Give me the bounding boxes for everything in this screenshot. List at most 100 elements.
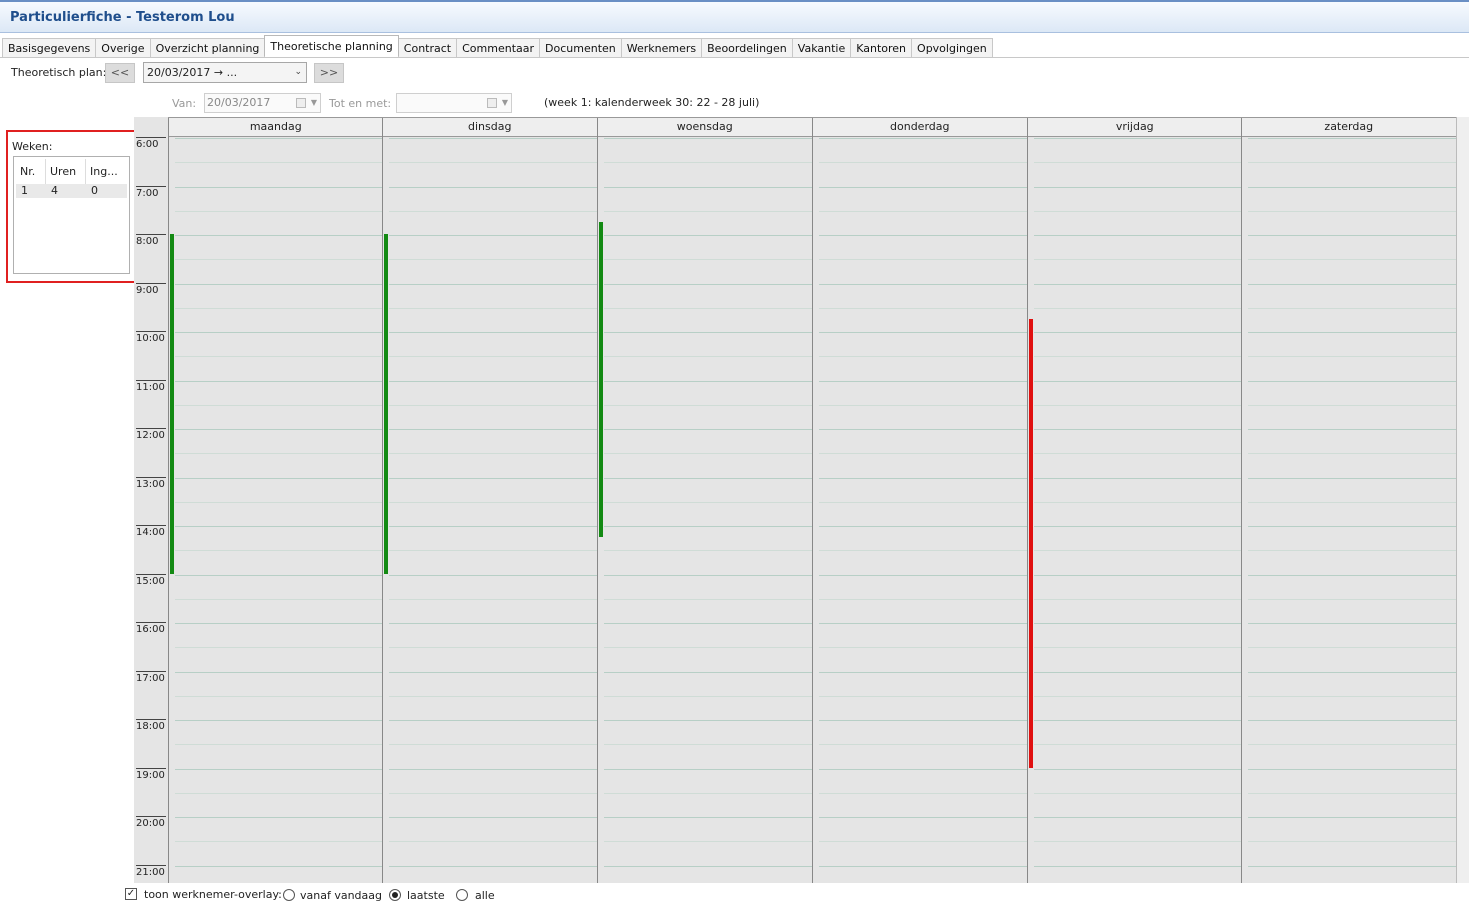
tab-overige[interactable]: Overige <box>95 38 151 58</box>
grid-line <box>604 162 812 164</box>
grid-line <box>1034 768 1242 770</box>
grid-line <box>819 792 1027 794</box>
grid-line <box>819 720 1027 721</box>
tab-contract[interactable]: Contract <box>397 38 458 58</box>
grid-line <box>1034 792 1242 794</box>
to-date-field[interactable]: ▼ <box>396 93 512 113</box>
grid-line <box>1248 647 1456 649</box>
grid-line <box>175 550 383 552</box>
tab-werknemers[interactable]: Werknemers <box>620 38 703 58</box>
hour-tick <box>136 185 166 187</box>
column-header-nr[interactable]: Nr. <box>16 159 46 184</box>
tab-basisgegevens[interactable]: Basisgegevens <box>2 38 97 58</box>
grid-line <box>1034 574 1242 576</box>
hour-tick <box>136 622 166 623</box>
grid-line <box>1034 138 1242 139</box>
hour-label: 6:00 <box>136 139 159 150</box>
tab-theoretische-planning[interactable]: Theoretische planning <box>264 35 399 56</box>
grid-line <box>604 259 812 261</box>
tab-beoordelingen[interactable]: Beoordelingen <box>701 38 793 58</box>
weeks-table-header: Nr. Uren Ing... <box>16 159 127 184</box>
grid-line <box>1248 865 1456 867</box>
grid-line <box>175 526 383 527</box>
grid-line <box>819 332 1027 333</box>
day-column-woensdag[interactable] <box>597 137 812 883</box>
column-header-uren[interactable]: Uren <box>46 159 86 184</box>
tab-overzicht-planning[interactable]: Overzicht planning <box>149 38 266 58</box>
grid-line <box>175 501 383 503</box>
grid-line <box>819 259 1027 261</box>
tab-documenten[interactable]: Documenten <box>539 38 622 58</box>
grid-line <box>819 695 1027 697</box>
appointment-bar-vrijdag[interactable] <box>1029 318 1033 768</box>
grid-line <box>1034 477 1242 479</box>
tab-vakantie[interactable]: Vakantie <box>791 38 852 58</box>
day-column-zaterdag[interactable] <box>1241 137 1456 883</box>
vertical-scrollbar[interactable] <box>1456 117 1469 883</box>
grid-line <box>1248 792 1456 794</box>
grid-line <box>389 695 597 697</box>
grid-line <box>175 841 383 843</box>
appointment-bar-dinsdag[interactable] <box>384 234 388 574</box>
hour-label: 21:00 <box>136 866 165 878</box>
grid-line <box>1248 671 1456 673</box>
from-date-field[interactable]: 20/03/2017 ▼ <box>204 93 321 113</box>
appointment-bar-woensdag[interactable] <box>599 221 603 538</box>
hour-tick <box>136 816 166 817</box>
grid-line <box>819 768 1027 770</box>
grid-line <box>1034 210 1242 212</box>
prev-plan-button[interactable]: << <box>105 63 135 83</box>
next-plan-button[interactable]: >> <box>314 63 344 83</box>
hour-label: 10:00 <box>136 333 165 344</box>
grid-line <box>819 380 1027 382</box>
hour-slot: 6:00 <box>134 137 168 186</box>
radio-vanaf-vandaag[interactable] <box>283 889 295 901</box>
grid-line <box>819 817 1027 818</box>
grid-line <box>604 138 812 139</box>
day-column-maandag[interactable] <box>168 137 383 883</box>
plan-select[interactable]: 20/03/2017 → ... ⌄ <box>143 62 307 83</box>
tab-kantoren[interactable]: Kantoren <box>850 38 913 58</box>
grid-line <box>604 283 812 285</box>
day-column-dinsdag[interactable] <box>382 137 597 883</box>
hour-label: 15:00 <box>136 575 165 587</box>
grid-line <box>175 162 383 164</box>
column-header-ing[interactable]: Ing... <box>86 159 127 184</box>
day-column-vrijdag[interactable] <box>1027 137 1242 883</box>
radio-alle[interactable] <box>456 889 468 901</box>
tab-divider <box>0 57 1469 58</box>
day-header-maandag: maandag <box>168 118 383 137</box>
grid-line <box>389 526 597 527</box>
grid-line <box>1248 574 1456 576</box>
day-column-donderdag[interactable] <box>812 137 1027 883</box>
tab-opvolgingen[interactable]: Opvolgingen <box>911 38 993 58</box>
hour-slot: 10:00 <box>134 331 168 380</box>
to-label: Tot en met: <box>329 97 392 110</box>
dropdown-arrow-icon: ▼ <box>501 98 508 107</box>
radio-laatste[interactable] <box>389 889 401 901</box>
week-calendar[interactable]: 6:00 7:00 8:00 9:00 10:00 11:00 12:00 13:00 14:0… <box>134 117 1469 883</box>
grid-line <box>1034 817 1242 818</box>
grid-line <box>1034 186 1242 188</box>
tab-commentaar[interactable]: Commentaar <box>456 38 541 58</box>
weeks-table[interactable]: Nr. Uren Ing... 1 4 0 <box>13 156 130 274</box>
grid-line <box>1248 768 1456 770</box>
appointment-bar-maandag[interactable] <box>170 234 174 574</box>
grid-line <box>819 235 1027 236</box>
grid-line <box>389 817 597 818</box>
grid-line <box>819 453 1027 455</box>
table-row[interactable]: 1 4 0 <box>16 184 127 198</box>
grid-line <box>389 841 597 843</box>
grid-line <box>175 307 383 309</box>
overlay-checkbox[interactable]: ✓ <box>125 888 137 900</box>
grid-line <box>1248 477 1456 479</box>
grid-line <box>1034 695 1242 697</box>
grid-line <box>389 186 597 188</box>
grid-line <box>175 259 383 261</box>
radio-vanaf-vandaag-label: vanaf vandaag <box>300 889 383 902</box>
plan-label: Theoretisch plan: <box>11 66 107 79</box>
grid-line <box>389 307 597 309</box>
hour-slot: 17:00 <box>134 670 168 720</box>
hour-tick <box>136 719 166 720</box>
from-date-value: 20/03/2017 <box>207 96 271 109</box>
